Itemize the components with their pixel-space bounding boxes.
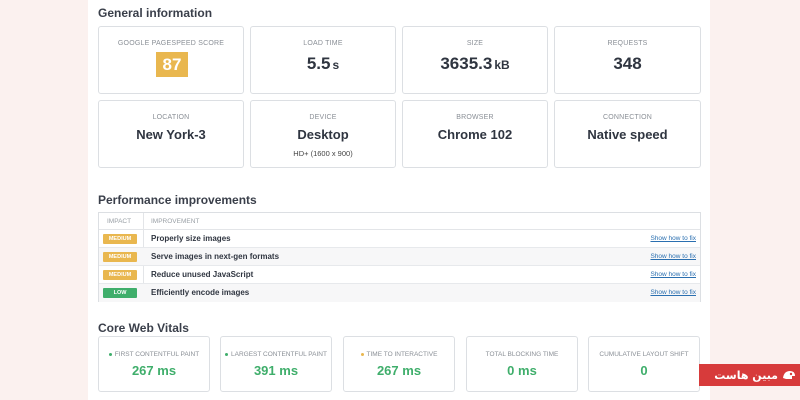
show-how-to-fix-link[interactable]: Show how to fix — [650, 271, 696, 278]
core-web-vitals-heading: Core Web Vitals — [98, 321, 189, 335]
impact-column-header: IMPACT — [107, 218, 132, 225]
first-contentful-paint-value: 267 ms — [131, 363, 177, 378]
performance-table-header: IMPACT IMPROVEMENT — [99, 213, 700, 230]
table-row: MEDIUM Properly size images Show how to … — [99, 230, 700, 248]
logo-text: مبین هاست — [714, 368, 778, 382]
device-card: DEVICE Desktop HD+ (1600 x 900) — [250, 100, 396, 168]
cumulative-layout-shift-value: 0 — [640, 363, 648, 378]
first-contentful-paint-label-wrap: FIRST CONTENTFUL PAINT — [99, 351, 209, 358]
pagespeed-score-card: GOOGLE PAGESPEED SCORE 87 — [98, 26, 244, 94]
device-value: Desktop — [297, 127, 349, 142]
total-blocking-time-value: 0 ms — [507, 363, 537, 378]
general-information-heading: General information — [98, 6, 213, 20]
show-how-to-fix-link[interactable]: Show how to fix — [650, 253, 696, 260]
location-label: LOCATION — [152, 114, 190, 121]
impact-badge-medium: MEDIUM — [103, 270, 137, 280]
time-to-interactive-label-wrap: TIME TO INTERACTIVE — [344, 351, 454, 358]
connection-label: CONNECTION — [602, 114, 653, 121]
location-value: New York-3 — [136, 127, 206, 142]
mobinhost-logo: مبین هاست — [699, 364, 800, 386]
status-dot-icon — [225, 352, 229, 356]
requests-label: REQUESTS — [607, 40, 648, 47]
improvement-text: Reduce unused JavaScript — [151, 270, 254, 279]
time-to-interactive-card: TIME TO INTERACTIVE 267 ms — [343, 336, 455, 392]
improvement-column-header: IMPROVEMENT — [151, 218, 200, 225]
browser-card: BROWSER Chrome 102 — [402, 100, 548, 168]
show-how-to-fix-link[interactable]: Show how to fix — [650, 235, 696, 242]
size-label: SIZE — [466, 40, 484, 47]
total-blocking-time-label: TOTAL BLOCKING TIME — [485, 351, 559, 358]
impact-badge-low: LOW — [103, 288, 137, 298]
performance-table: IMPACT IMPROVEMENT MEDIUM Properly size … — [98, 212, 701, 302]
load-time-card: LOAD TIME 5.5 s — [250, 26, 396, 94]
impact-badge-medium: MEDIUM — [103, 252, 137, 262]
load-time-value-wrap: 5.5 s — [251, 54, 395, 74]
size-card: SIZE 3635.3 kB — [402, 26, 548, 94]
pagespeed-score-value: 87 — [156, 52, 188, 77]
device-label: DEVICE — [309, 114, 337, 121]
location-card: LOCATION New York-3 — [98, 100, 244, 168]
total-blocking-time-card: TOTAL BLOCKING TIME 0 ms — [466, 336, 578, 392]
largest-contentful-paint-card: LARGEST CONTENTFUL PAINT 391 ms — [220, 336, 332, 392]
cumulative-layout-shift-label: CUMULATIVE LAYOUT SHIFT — [599, 351, 689, 358]
mobinhost-logo-icon — [783, 371, 795, 379]
browser-label: BROWSER — [456, 114, 494, 121]
first-contentful-paint-card: FIRST CONTENTFUL PAINT 267 ms — [98, 336, 210, 392]
largest-contentful-paint-value: 391 ms — [253, 363, 299, 378]
browser-value: Chrome 102 — [437, 127, 513, 142]
size-value-wrap: 3635.3 kB — [403, 54, 547, 74]
improvement-text: Serve images in next-gen formats — [151, 252, 280, 261]
requests-value: 348 — [613, 54, 642, 73]
load-time-value: 5.5 — [306, 54, 331, 73]
impact-badge-medium: MEDIUM — [103, 234, 137, 244]
first-contentful-paint-label: FIRST CONTENTFUL PAINT — [114, 351, 200, 358]
size-unit: kB — [494, 58, 510, 72]
size-value: 3635.3 — [440, 54, 493, 73]
load-time-unit: s — [332, 58, 340, 72]
cumulative-layout-shift-card: CUMULATIVE LAYOUT SHIFT 0 — [588, 336, 700, 392]
largest-contentful-paint-label: LARGEST CONTENTFUL PAINT — [231, 351, 327, 358]
time-to-interactive-value: 267 ms — [376, 363, 422, 378]
connection-card: CONNECTION Native speed — [554, 100, 701, 168]
load-time-label: LOAD TIME — [303, 40, 343, 47]
largest-contentful-paint-label-wrap: LARGEST CONTENTFUL PAINT — [221, 351, 331, 358]
status-dot-icon — [108, 352, 112, 356]
table-row: MEDIUM Serve images in next-gen formats … — [99, 248, 700, 266]
time-to-interactive-label: TIME TO INTERACTIVE — [366, 351, 438, 358]
status-dot-icon — [360, 352, 364, 356]
improvement-text: Properly size images — [151, 234, 231, 243]
connection-value: Native speed — [587, 127, 668, 142]
improvement-text: Efficiently encode images — [151, 288, 250, 297]
device-resolution: HD+ (1600 x 900) — [293, 149, 353, 158]
requests-card: REQUESTS 348 — [554, 26, 701, 94]
performance-improvements-heading: Performance improvements — [98, 193, 257, 207]
pagespeed-score-label: GOOGLE PAGESPEED SCORE — [117, 40, 225, 47]
show-how-to-fix-link[interactable]: Show how to fix — [650, 289, 696, 296]
table-row: LOW Efficiently encode images Show how t… — [99, 284, 700, 302]
table-row: MEDIUM Reduce unused JavaScript Show how… — [99, 266, 700, 284]
